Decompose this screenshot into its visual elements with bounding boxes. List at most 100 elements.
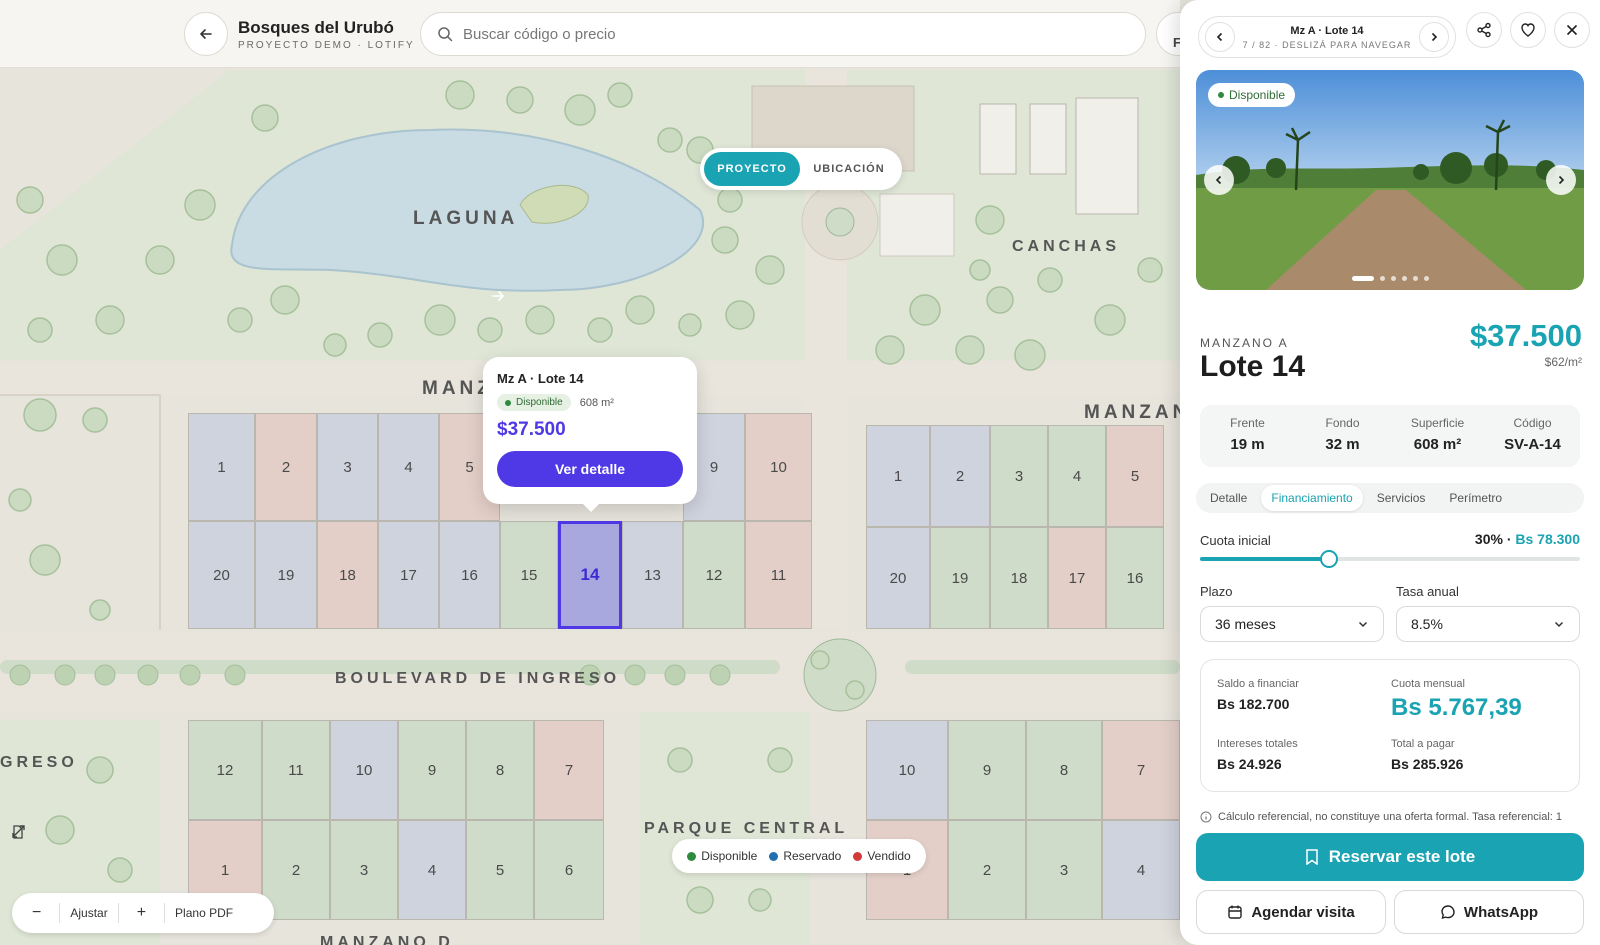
lot-cell[interactable]: 19 xyxy=(255,521,317,629)
label-canchas: CANCHAS xyxy=(1012,238,1120,255)
lot-cell[interactable]: 8 xyxy=(466,720,534,820)
lot-cell[interactable]: 2 xyxy=(948,820,1026,920)
lot-cell[interactable]: 2 xyxy=(930,425,990,527)
pdf-plan-button[interactable]: Plano PDF xyxy=(13,825,234,920)
lot-cell[interactable]: 4 xyxy=(1102,820,1180,920)
lot-cell[interactable]: 4 xyxy=(378,413,439,521)
close-icon xyxy=(1566,24,1578,36)
reserve-lot-button[interactable]: Reservar este lote xyxy=(1196,833,1584,881)
lot-detail-panel: Mz A · Lote 14 7 / 82 · DESLIZÁ PARA NAV… xyxy=(1180,0,1600,945)
zoom-in-button[interactable]: + xyxy=(129,904,154,922)
photo-dot[interactable] xyxy=(1412,276,1418,281)
lot-cell[interactable]: 3 xyxy=(317,413,378,521)
photo-status-badge: Disponible xyxy=(1208,83,1296,107)
term-value: 36 meses xyxy=(1215,616,1276,632)
lot-cell[interactable]: 2 xyxy=(255,413,317,521)
lot-cell[interactable]: 20 xyxy=(866,527,930,629)
lot-cell[interactable]: 9 xyxy=(398,720,466,820)
rate-value: 8.5% xyxy=(1411,616,1443,632)
schedule-visit-button[interactable]: Agendar visita xyxy=(1196,890,1386,934)
lot-cell[interactable]: 8 xyxy=(1026,720,1102,820)
tab-detalle[interactable]: Detalle xyxy=(1200,485,1257,511)
lot-cell[interactable]: 10 xyxy=(330,720,398,820)
popup-status-badge: Disponible xyxy=(497,394,571,411)
lot-cell[interactable]: 4 xyxy=(1048,425,1106,527)
calendar-icon xyxy=(1228,905,1243,919)
lot-photo-carousel[interactable]: Disponible xyxy=(1196,70,1584,290)
lot-cell[interactable]: 12 xyxy=(683,521,745,629)
lot-cell[interactable]: 18 xyxy=(317,521,378,629)
zoom-out-button[interactable]: − xyxy=(24,904,49,922)
search-input[interactable] xyxy=(463,25,1063,43)
lot-cell[interactable]: 3 xyxy=(990,425,1048,527)
lot-cell[interactable]: 4 xyxy=(398,820,466,920)
spec-fondo: Fondo 32 m xyxy=(1325,416,1360,453)
slider-knob[interactable] xyxy=(1320,550,1339,568)
arrow-right-icon xyxy=(492,291,504,301)
label-boulevard: BOULEVARD DE INGRESO xyxy=(335,670,621,687)
lot-cell[interactable]: 20 xyxy=(188,521,255,629)
next-lot-button[interactable] xyxy=(1419,22,1449,52)
site-map[interactable]: PROYECTO UBICACIÓN LAGUNA CANCHAS MANZ M… xyxy=(0,68,1180,945)
bookmark-icon xyxy=(1306,849,1318,865)
interest-item: Intereses totales Bs 24.926 xyxy=(1217,738,1298,772)
lot-cell[interactable]: 5 xyxy=(466,820,534,920)
chevron-right-icon xyxy=(1558,175,1565,185)
term-select[interactable]: 36 meses xyxy=(1200,606,1384,642)
photo-dot[interactable] xyxy=(1379,276,1385,281)
photo-dot-active[interactable] xyxy=(1351,276,1374,281)
label-central-park: PARQUE CENTRAL xyxy=(644,820,849,837)
lot-cell[interactable]: 18 xyxy=(990,527,1048,629)
photo-next-button[interactable] xyxy=(1546,165,1576,195)
favorite-button[interactable] xyxy=(1510,12,1546,48)
fit-button[interactable]: Ajustar xyxy=(12,825,108,920)
lot-cell[interactable]: 12 xyxy=(188,720,262,820)
lot-cell[interactable]: 6 xyxy=(534,820,604,920)
label-block-b: MANZAN xyxy=(1084,402,1180,423)
toggle-proyecto[interactable]: PROYECTO xyxy=(704,152,800,186)
monthly-item: Cuota mensual Bs 5.767,39 xyxy=(1391,678,1522,721)
tab-servicios[interactable]: Servicios xyxy=(1367,485,1436,511)
back-button[interactable] xyxy=(184,12,228,56)
tab-financiamiento[interactable]: Financiamiento xyxy=(1261,485,1363,511)
chevron-down-icon xyxy=(1358,621,1368,628)
lot-cell[interactable]: 16 xyxy=(439,521,500,629)
photo-prev-button[interactable] xyxy=(1204,165,1234,195)
lot-cell[interactable]: 1 xyxy=(188,413,255,521)
lot-cell[interactable]: 7 xyxy=(1102,720,1180,820)
view-detail-button[interactable]: Ver detalle xyxy=(492,291,683,487)
lot-selected[interactable]: 14 xyxy=(558,521,622,629)
balance-item: Saldo a financiar Bs 182.700 xyxy=(1217,678,1299,712)
lot-cell[interactable]: 11 xyxy=(262,720,330,820)
lot-cell[interactable]: 17 xyxy=(378,521,439,629)
lot-cell[interactable]: 5 xyxy=(1106,425,1164,527)
photo-dot[interactable] xyxy=(1390,276,1396,281)
view-detail-label: Ver detalle xyxy=(554,461,626,477)
lot-cell[interactable]: 16 xyxy=(1106,527,1164,629)
lot-cell[interactable]: 10 xyxy=(745,413,812,521)
lot-cell[interactable]: 9 xyxy=(948,720,1026,820)
lot-cell[interactable]: 15 xyxy=(500,521,558,629)
lot-cell[interactable]: 13 xyxy=(622,521,683,629)
whatsapp-button[interactable]: WhatsApp xyxy=(1394,890,1584,934)
lot-cell[interactable]: 3 xyxy=(1026,820,1102,920)
search-bar[interactable] xyxy=(420,12,1146,56)
lot-cell[interactable]: 11 xyxy=(745,521,812,629)
app-root: Bosques del Urubó PROYECTO DEMO · LOTIFY… xyxy=(0,0,1600,945)
photo-dot[interactable] xyxy=(1401,276,1407,281)
toggle-ubicacion[interactable]: UBICACIÓN xyxy=(800,152,898,186)
rate-select[interactable]: 8.5% xyxy=(1396,606,1580,642)
prev-lot-button[interactable] xyxy=(1205,22,1235,52)
lot-cell[interactable]: 17 xyxy=(1048,527,1106,629)
tab-perimetro[interactable]: Perímetro xyxy=(1439,485,1512,511)
share-button[interactable] xyxy=(1466,12,1502,48)
pdf-plan-label: Plano PDF xyxy=(175,906,234,920)
lot-cell[interactable]: 19 xyxy=(930,527,990,629)
lot-cell[interactable]: 1 xyxy=(866,425,930,527)
lot-cell[interactable]: 3 xyxy=(330,820,398,920)
lot-cell[interactable]: 7 xyxy=(534,720,604,820)
close-button[interactable] xyxy=(1554,12,1590,48)
down-payment-slider[interactable] xyxy=(1200,550,1580,568)
lot-cell[interactable]: 10 xyxy=(866,720,948,820)
photo-dot[interactable] xyxy=(1423,276,1429,281)
